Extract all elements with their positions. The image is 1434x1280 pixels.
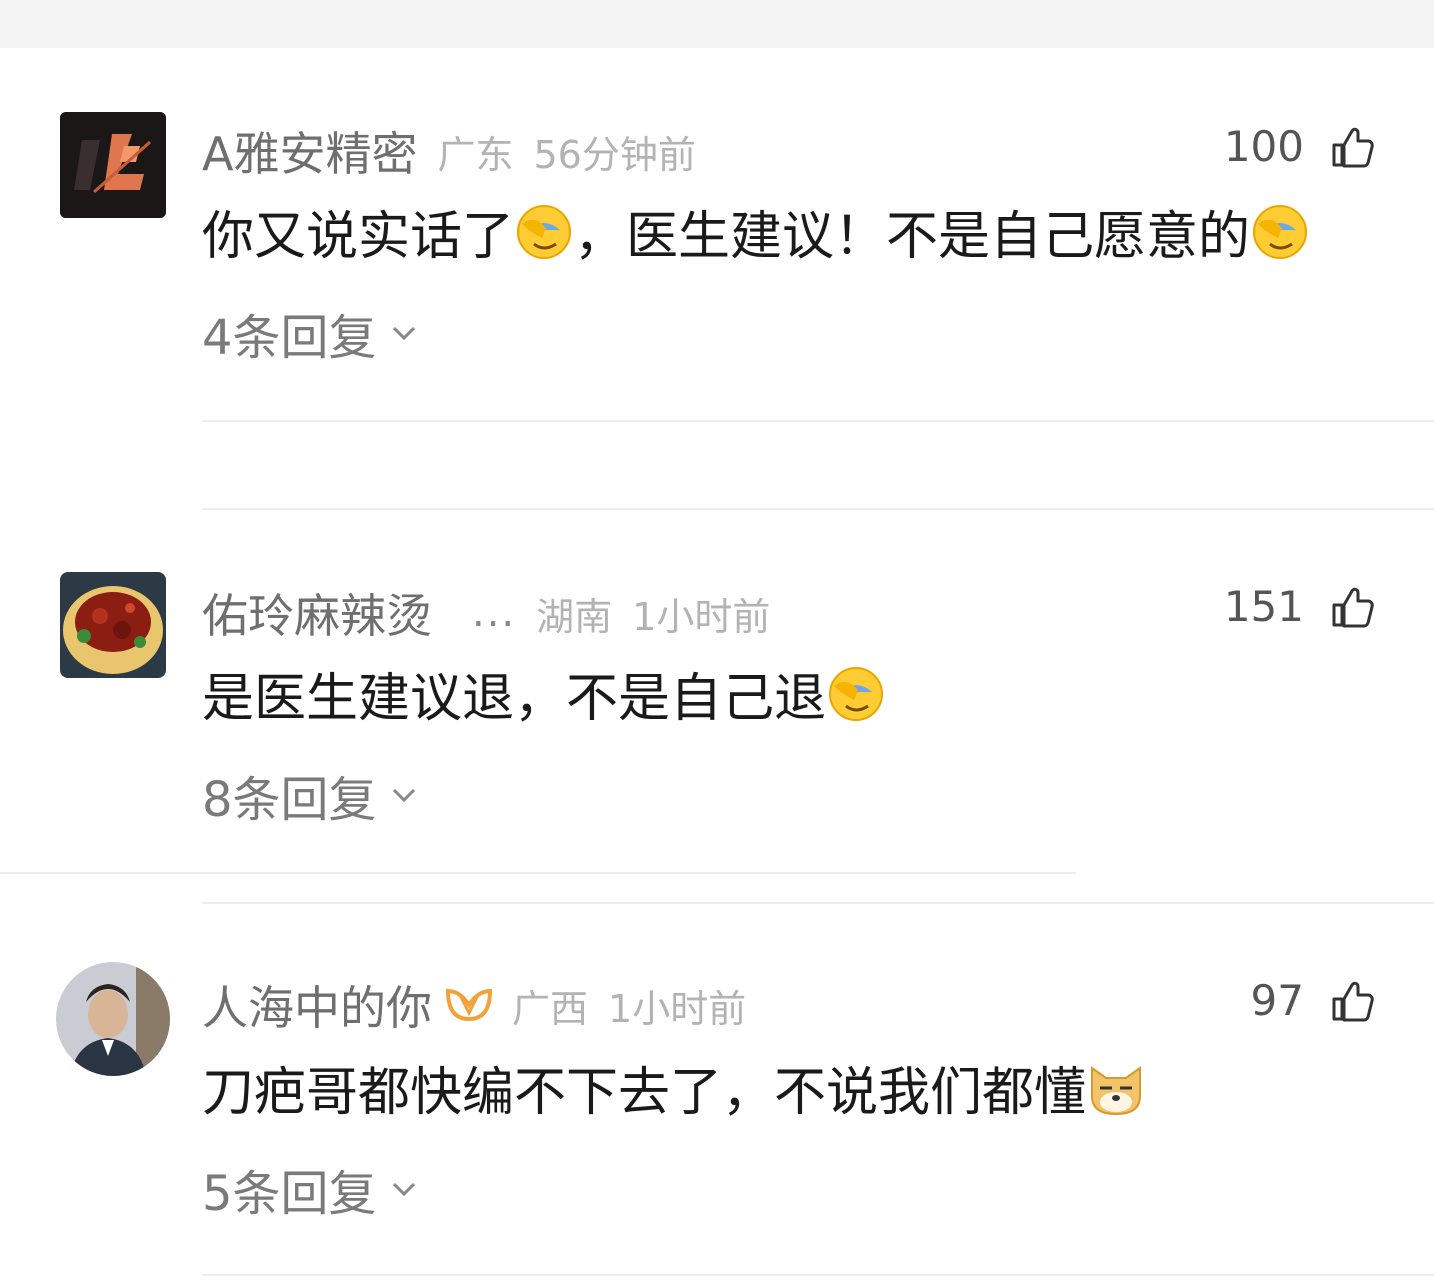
top-separator-band: [0, 0, 1434, 48]
timestamp: 56分钟前: [533, 132, 696, 177]
doge-emoji: [1091, 1065, 1142, 1115]
comment-text-part: 你又说实话了: [202, 207, 515, 267]
facepalm-emoji: [829, 666, 884, 721]
username[interactable]: 佑玲麻辣烫: [202, 580, 432, 646]
comment-meta: 佑玲麻辣烫 ... 湖南 1小时前: [202, 580, 770, 646]
view-replies-button[interactable]: 4条回复: [202, 298, 419, 368]
chevron-down-icon: [392, 788, 415, 803]
avatar[interactable]: [60, 112, 166, 218]
replies-label: 5条回复: [202, 1166, 377, 1222]
comment-meta: 人海中的你 广西 1小时前: [202, 972, 746, 1038]
vip-badge-icon: [445, 988, 493, 1022]
replies-label: 4条回复: [202, 310, 377, 366]
username[interactable]: 人海中的你: [202, 972, 432, 1038]
facepalm-emoji: [1253, 204, 1308, 259]
divider: [202, 508, 1434, 510]
comment-text: 是医生建议退，不是自己退: [202, 656, 886, 731]
facepalm-emoji: [517, 204, 572, 259]
comment-text-part: ，医生建议！不是自己愿意的: [574, 207, 1251, 267]
divider: [202, 420, 1434, 422]
avatar-person-image: [56, 962, 170, 1076]
like-button[interactable]: 100: [1224, 122, 1376, 171]
like-count: 151: [1223, 582, 1304, 631]
divider: [0, 872, 1076, 874]
avatar-food-image: [60, 572, 166, 678]
username[interactable]: A雅安精密: [202, 118, 417, 184]
view-replies-button[interactable]: 5条回复: [202, 1154, 419, 1224]
avatar-logo-image: [60, 112, 166, 218]
comment-text-part: 是医生建议退，不是自己退: [202, 669, 827, 729]
avatar[interactable]: [56, 962, 170, 1076]
divider: [202, 1274, 1434, 1276]
comment-meta: A雅安精密 广东 56分钟前: [202, 118, 696, 184]
comment-text: 你又说实话了 ，医生建议！不是自己愿意的: [202, 194, 1310, 269]
timestamp: 1小时前: [608, 986, 747, 1031]
location-label: 广西: [512, 986, 589, 1031]
avatar[interactable]: [60, 572, 166, 678]
like-button[interactable]: 151: [1224, 582, 1376, 631]
timestamp: 1小时前: [632, 594, 771, 639]
like-count: 97: [1250, 976, 1304, 1025]
location-label: 广东: [437, 132, 514, 177]
view-replies-button[interactable]: 8条回复: [202, 760, 419, 830]
replies-label: 8条回复: [202, 772, 377, 828]
like-count: 100: [1223, 122, 1304, 171]
thumbs-up-icon: [1332, 127, 1374, 167]
chevron-down-icon: [392, 1182, 415, 1197]
comment-text-part: 刀疤哥都快编不下去了，不说我们都懂: [202, 1063, 1087, 1123]
thumbs-up-icon: [1332, 587, 1374, 627]
divider: [202, 902, 1434, 904]
chevron-down-icon: [392, 326, 415, 341]
username-ellipsis: ...: [472, 590, 517, 636]
location-label: 湖南: [536, 594, 613, 639]
thumbs-up-icon: [1332, 981, 1374, 1021]
like-button[interactable]: 97: [1251, 976, 1376, 1025]
comment-text: 刀疤哥都快编不下去了，不说我们都懂: [202, 1050, 1146, 1125]
